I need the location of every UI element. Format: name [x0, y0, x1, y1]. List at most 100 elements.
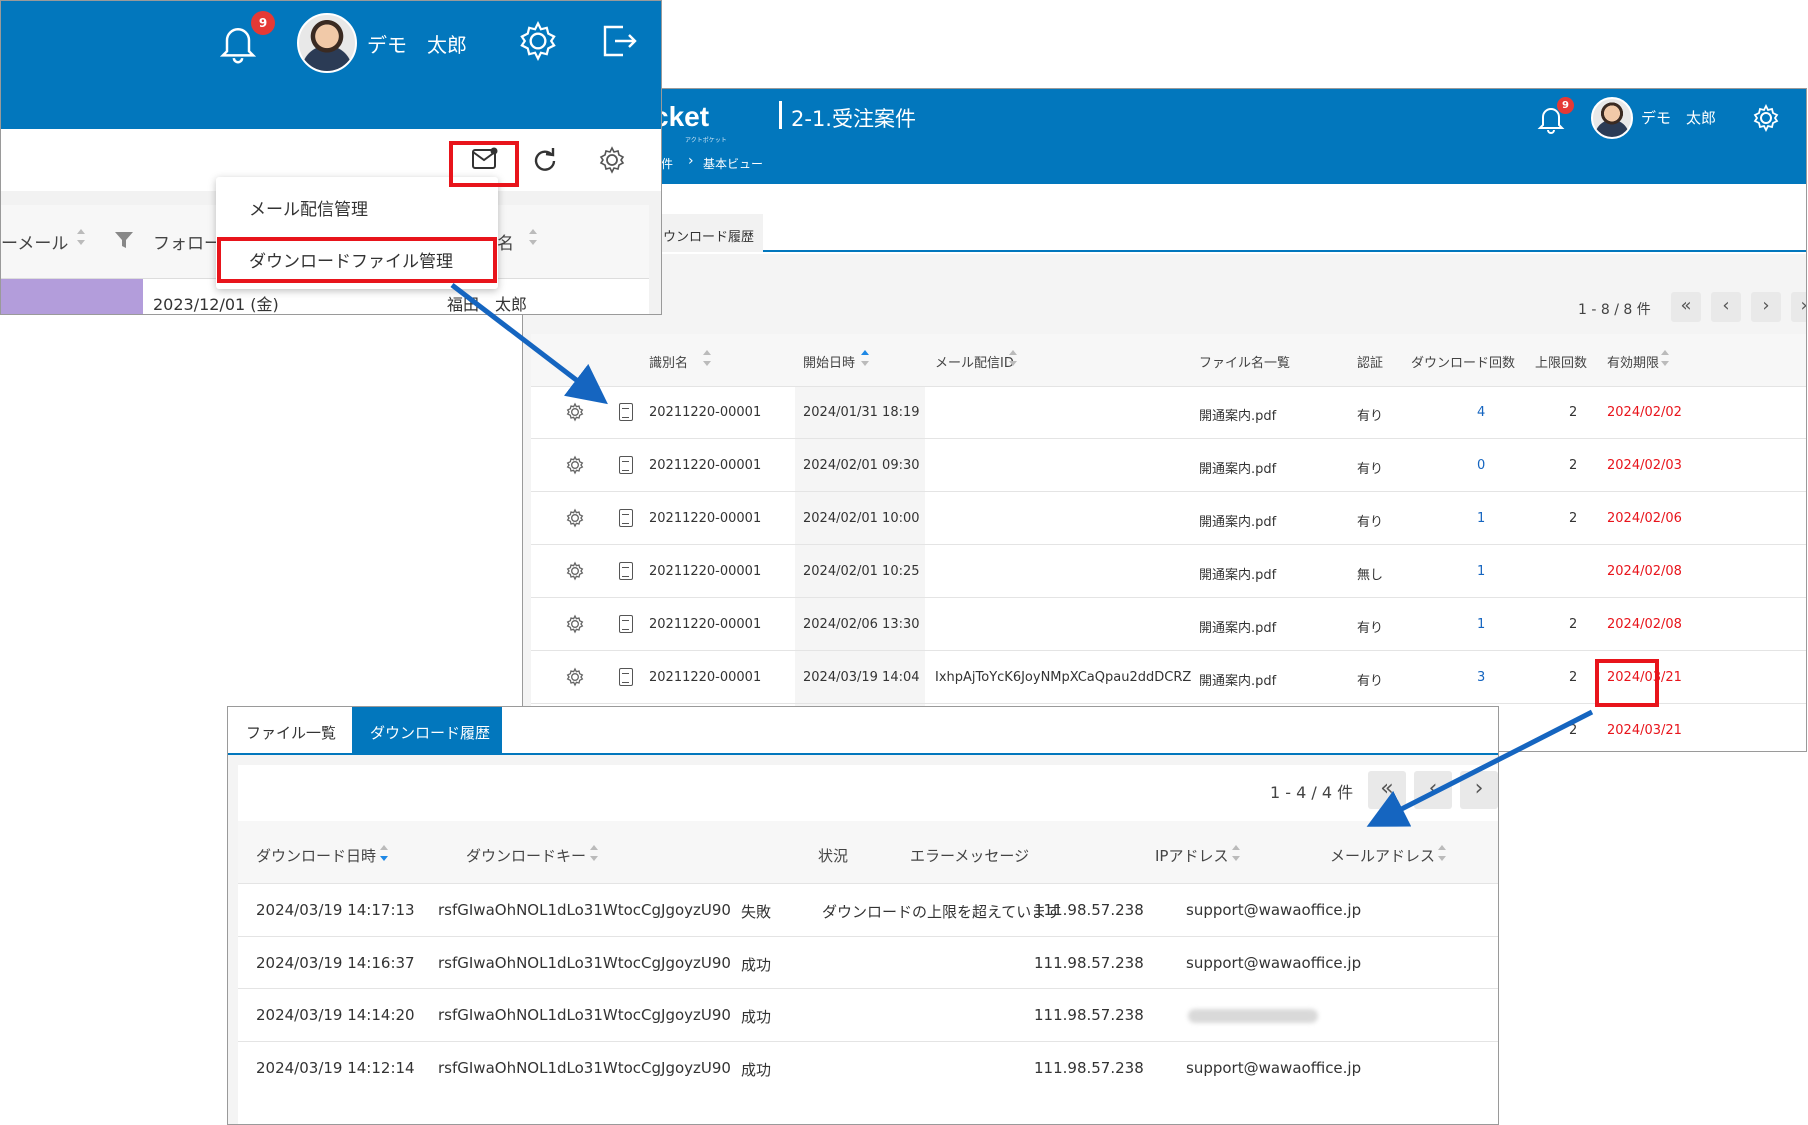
table-row[interactable]: 20211220-00001 2024/02/06 13:30 開通案内.pdf 有り…: [531, 598, 1806, 651]
row-gear-icon[interactable]: [565, 508, 585, 528]
row-download-count[interactable]: 0: [1477, 458, 1485, 473]
tab-bar: ウンロード履歴: [523, 184, 1806, 252]
menu-item-mail-delivery[interactable]: メール配信管理: [249, 195, 368, 220]
row-ip: 111.98.57.238: [1034, 1006, 1144, 1024]
avatar[interactable]: [297, 13, 357, 73]
table-row[interactable]: 2024/03/19 14:14:20 rsfGIwaOhNOL1dLo31Wto…: [238, 988, 1498, 1041]
pagination-info: 1 - 4 / 4 件: [1270, 783, 1354, 802]
row-limit: 2: [1569, 511, 1578, 526]
sort-icon[interactable]: [1232, 845, 1240, 861]
row-limit: 2: [1569, 458, 1578, 473]
last-page-button[interactable]: »: [1791, 292, 1806, 322]
main-header: cket アクトポケット 2-1.受注案件 件 › 基本ビュー 9 デモ 太郎: [523, 89, 1806, 184]
col-name[interactable]: 名: [497, 229, 514, 254]
highlight-mail-icon-box: [449, 141, 519, 187]
logout-icon[interactable]: [599, 21, 639, 61]
highlight-menu-item-box: [217, 237, 497, 283]
row-status: 成功: [741, 955, 772, 974]
row-document-icon[interactable]: [619, 615, 633, 633]
row-auth: 有り: [1357, 515, 1384, 530]
row-auth: 有り: [1357, 674, 1384, 689]
table-row[interactable]: 2024/03/19 14:16:37 rsfGIwaOhNOL1dLo31Wto…: [238, 935, 1498, 989]
col-key[interactable]: ダウンロードキー: [466, 845, 586, 866]
gear-icon[interactable]: [597, 145, 627, 175]
row-gear-icon[interactable]: [565, 455, 585, 475]
row-status: 成功: [741, 1060, 772, 1079]
col-name[interactable]: 識別名: [649, 352, 688, 371]
sort-icon[interactable]: [529, 229, 537, 245]
table-row[interactable]: 20211220-00001 2024/02/01 10:00 開通案内.pdf 有り…: [531, 492, 1806, 545]
redacted-email: [1188, 1009, 1318, 1023]
sort-asc-icon[interactable]: [861, 350, 869, 366]
col-follow[interactable]: フォロー: [153, 229, 221, 254]
first-page-button[interactable]: «: [1671, 292, 1701, 322]
row-status: 失敗: [741, 903, 772, 921]
filter-icon[interactable]: [113, 229, 135, 251]
col-email[interactable]: ーメール: [1, 229, 68, 254]
table-row[interactable]: 20211220-00001 2024/01/31 18:19 開通案内.pdf 有り…: [531, 386, 1806, 439]
sort-icon[interactable]: [1661, 350, 1669, 366]
row-download-count[interactable]: 4: [1477, 405, 1485, 420]
row-download-count[interactable]: 1: [1477, 511, 1485, 526]
row-start: 2024/02/01 10:25: [803, 564, 920, 579]
row-key: rsfGIwaOhNOL1dLo31WtocCgJgoyzU90: [438, 953, 731, 972]
row-limit: 2: [1569, 723, 1578, 738]
col-expiry[interactable]: 有効期限: [1607, 352, 1659, 371]
row-document-icon[interactable]: [619, 403, 633, 421]
row-color-cell: [1, 279, 143, 314]
gear-icon[interactable]: [516, 19, 560, 63]
row-file: 開通案内.pdf: [1199, 621, 1277, 636]
row-limit: 2: [1569, 670, 1578, 685]
col-start[interactable]: 開始日時: [803, 352, 855, 371]
breadcrumb-current[interactable]: 基本ビュー: [703, 155, 763, 172]
row-expiry: 2024/02/08: [1607, 617, 1682, 632]
first-page-button[interactable]: «: [1368, 771, 1406, 809]
row-gear-icon[interactable]: [565, 402, 585, 422]
sort-icon[interactable]: [1009, 350, 1017, 366]
row-file: 開通案内.pdf: [1199, 462, 1277, 477]
user-name[interactable]: デモ 太郎: [367, 29, 467, 58]
row-datetime: 2024/03/19 14:12:14: [256, 1058, 415, 1077]
row-start: 2024/02/01 10:00: [803, 511, 920, 526]
table-row[interactable]: 2024/03/19 14:12:14 rsfGIwaOhNOL1dLo31Wto…: [238, 1040, 1498, 1094]
refresh-icon[interactable]: [532, 147, 558, 173]
col-ip[interactable]: IPアドレス: [1155, 845, 1228, 866]
row-download-count[interactable]: 1: [1477, 564, 1485, 579]
sort-icon[interactable]: [590, 845, 598, 861]
table-row[interactable]: 20211220-00001 2024/02/01 09:30 開通案内.pdf 有り…: [531, 439, 1806, 492]
sort-icon[interactable]: [77, 229, 85, 245]
col-error: エラーメッセージ: [910, 847, 1030, 865]
prev-page-button[interactable]: ‹: [1711, 292, 1741, 322]
row-download-count[interactable]: 3: [1477, 670, 1485, 685]
col-limit: 上限回数: [1535, 356, 1588, 371]
history-window: ファイル一覧 ダウンロード履歴 1 - 4 / 4 件 « ‹ › ダウンロード…: [227, 706, 1499, 1125]
row-document-icon[interactable]: [619, 668, 633, 686]
row-document-icon[interactable]: [619, 509, 633, 527]
col-email[interactable]: メールアドレス: [1330, 845, 1435, 866]
user-name[interactable]: デモ 太郎: [1641, 107, 1716, 128]
col-mail-id[interactable]: メール配信ID: [935, 352, 1014, 371]
avatar[interactable]: [1591, 97, 1633, 139]
row-gear-icon[interactable]: [565, 614, 585, 634]
tab-download-history-label: ダウンロード履歴: [370, 724, 491, 742]
tab-file-list[interactable]: ファイル一覧: [228, 707, 352, 753]
topleft-window: 9 デモ 太郎 ーメール フォロー 名 2023/12/01 (金) 福田 太郎…: [0, 0, 662, 315]
table-row[interactable]: 20211220-00001 2024/02/01 10:25 開通案内.pdf 無し…: [531, 545, 1806, 598]
gear-icon[interactable]: [1751, 103, 1781, 133]
row-document-icon[interactable]: [619, 562, 633, 580]
tab-download-history[interactable]: ダウンロード履歴: [352, 707, 502, 753]
row-download-count[interactable]: 1: [1477, 617, 1485, 632]
next-page-button[interactable]: ›: [1751, 292, 1781, 322]
row-gear-icon[interactable]: [565, 561, 585, 581]
table-row[interactable]: 2024/03/19 14:17:13 rsfGIwaOhNOL1dLo31Wto…: [238, 883, 1498, 936]
sort-icon[interactable]: [1438, 845, 1446, 861]
row-gear-icon[interactable]: [565, 667, 585, 687]
sort-desc-icon[interactable]: [380, 845, 388, 861]
sort-icon[interactable]: [703, 350, 711, 366]
breadcrumb-prev[interactable]: 件: [661, 155, 673, 172]
row-expiry: 2024/02/06: [1607, 511, 1682, 526]
next-page-button[interactable]: ›: [1460, 771, 1498, 809]
prev-page-button[interactable]: ‹: [1414, 771, 1452, 809]
row-document-icon[interactable]: [619, 456, 633, 474]
col-datetime[interactable]: ダウンロード日時: [256, 845, 376, 866]
